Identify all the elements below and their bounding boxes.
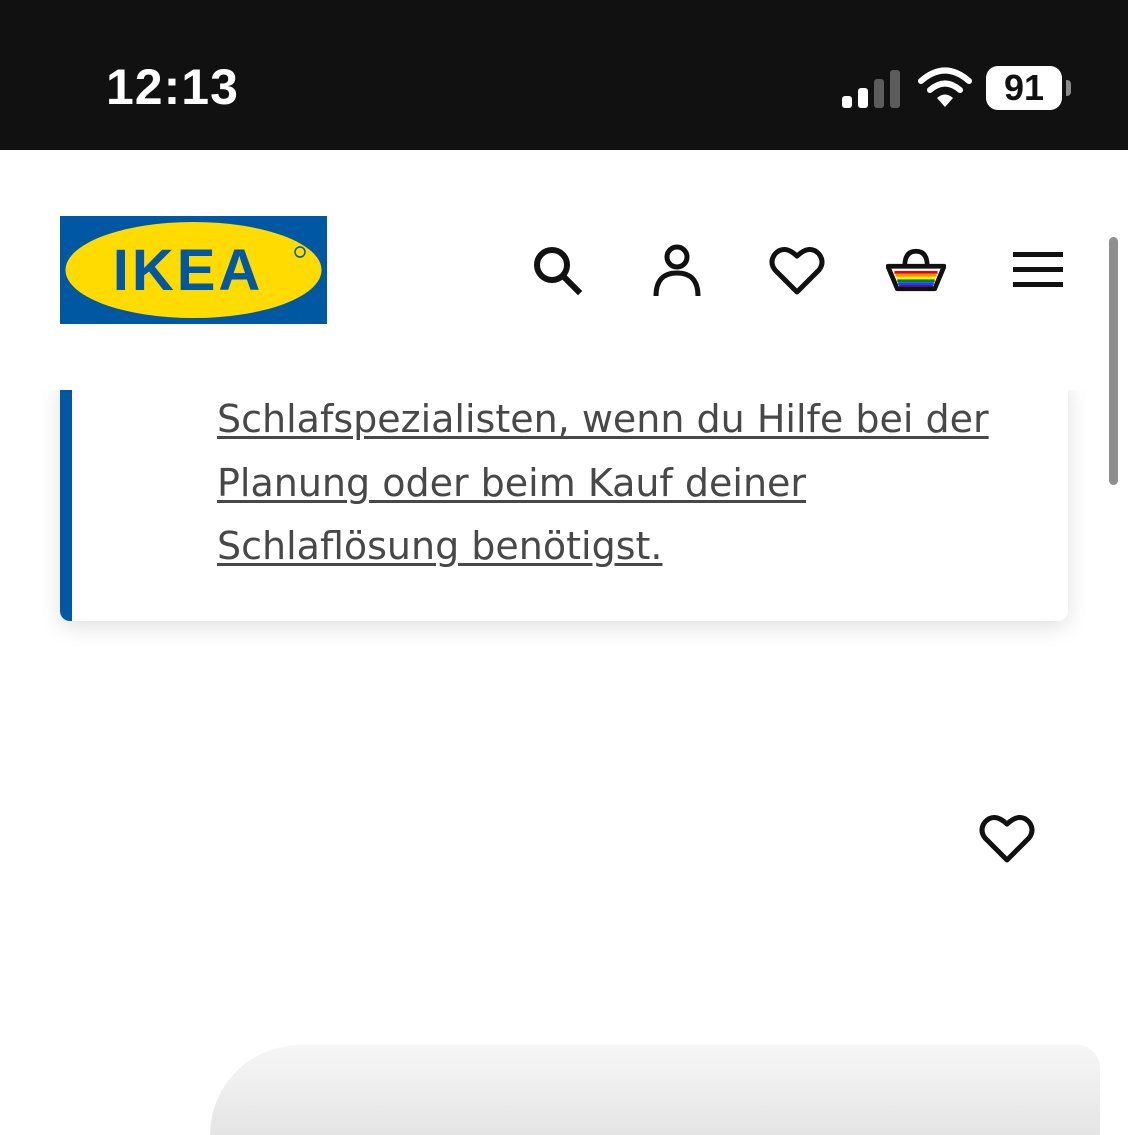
cellular-signal-icon bbox=[842, 70, 900, 108]
product-image bbox=[210, 1045, 1100, 1135]
sleep-specialist-link[interactable]: Schlafspezialisten, wenn du Hilfe bei de… bbox=[217, 388, 1047, 579]
scrollbar[interactable] bbox=[1109, 237, 1118, 485]
favorite-heart-icon[interactable] bbox=[976, 808, 1038, 868]
status-time: 12:13 bbox=[106, 59, 239, 115]
status-bar: 12:13 91 bbox=[0, 0, 1128, 150]
info-line: Planung oder beim Kauf deiner bbox=[217, 460, 807, 505]
basket-icon[interactable] bbox=[886, 240, 946, 300]
ikea-logo[interactable]: IKEA bbox=[60, 216, 327, 324]
battery-tip bbox=[1066, 80, 1071, 96]
battery-icon: 91 bbox=[986, 66, 1076, 112]
info-line: Schlafspezialisten, wenn du Hilfe bei de… bbox=[217, 397, 989, 441]
info-card-accent bbox=[60, 380, 72, 621]
heart-icon[interactable] bbox=[767, 240, 827, 300]
menu-icon[interactable] bbox=[1008, 240, 1068, 300]
user-icon[interactable] bbox=[647, 240, 707, 300]
wifi-icon bbox=[918, 67, 972, 107]
svg-text:IKEA: IKEA bbox=[113, 238, 264, 303]
info-line: Schlaflösung benötigst. bbox=[217, 524, 663, 568]
search-icon[interactable] bbox=[526, 240, 586, 300]
site-header: IKEA bbox=[0, 150, 1128, 390]
battery-level: 91 bbox=[986, 66, 1062, 110]
sleep-specialist-info-card: Schlafspezialisten, wenn du Hilfe bei de… bbox=[60, 380, 1068, 621]
